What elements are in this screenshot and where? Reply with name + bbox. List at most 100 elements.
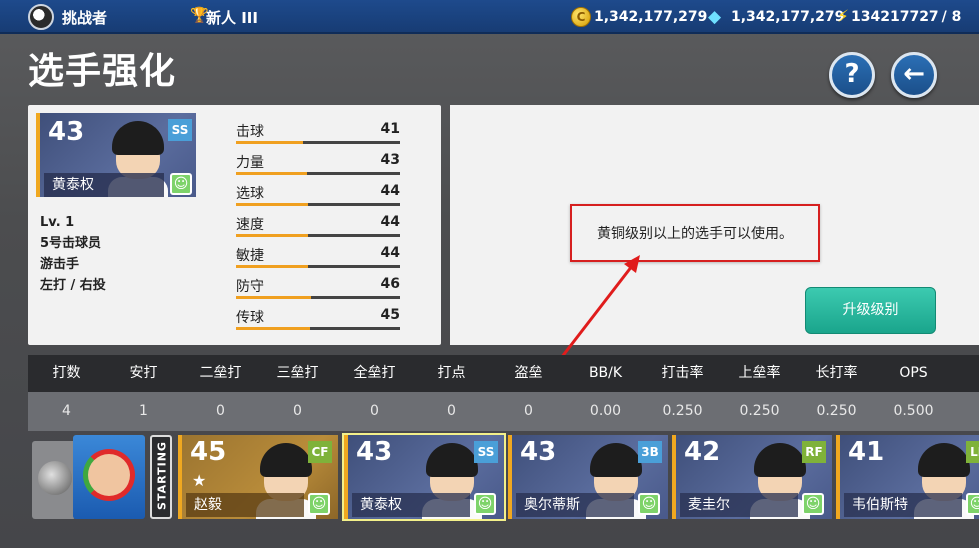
roster-name: 赵毅 (186, 493, 304, 517)
top-bar: 挑战者 🏆 新人 III C 1,342,177,279 ◆ 1,342,177… (0, 0, 979, 34)
player-name: 黄泰权 (44, 173, 164, 197)
stat-value: 44 (380, 214, 400, 230)
stat-bar (236, 203, 400, 206)
roster-card[interactable]: 43 SS 黄泰权 ☺ (342, 433, 506, 521)
stat-label: 速度 (236, 217, 264, 233)
stats-value-cell: 0 (447, 403, 456, 419)
position-badge: SS (168, 119, 192, 141)
stats-value-cell: 4 (62, 403, 71, 419)
stat-bar (236, 327, 400, 330)
roster-name: 黄泰权 (352, 493, 470, 517)
stat-value: 44 (380, 183, 400, 199)
stat-bar-fill (236, 265, 309, 268)
upgrade-level-button[interactable]: 升级级别 (805, 287, 936, 334)
stats-value-cell: 0 (216, 403, 225, 419)
page-title: 选手强化 (28, 51, 177, 92)
roster-position-badge: SS (474, 441, 498, 463)
roster-name: 奥尔蒂斯 (516, 493, 634, 517)
player-card[interactable]: 43 SS 黄泰权 ☺ (36, 113, 196, 197)
roster-card[interactable]: 41 LF 韦伯斯特☺ (836, 435, 979, 519)
team-name[interactable]: 挑战者 (62, 7, 107, 28)
roster-position-badge: 3B (638, 441, 662, 463)
gem-value: 1,342,177,279 (731, 9, 845, 25)
stats-header-cell: 三垒打 (276, 365, 319, 381)
stats-header-cell: 打数 (52, 365, 81, 381)
player-number: 43 (48, 117, 85, 147)
notice-text: 黄铜级别以上的选手可以使用。 (597, 226, 793, 242)
stat-row: 力量 43 (236, 150, 400, 181)
season-stats-table: 打数 安打 二垒打 三垒打 全垒打 打点 盗垒 BB/K 打击率 上垒率 长打率 OPS 4 1 0 0 0 0… (28, 355, 979, 431)
roster-number: 42 (684, 437, 721, 467)
upgrade-panel: 黄铜级别以上的选手可以使用。 升级级别 (450, 105, 979, 345)
stat-row: 击球 41 (236, 119, 400, 150)
stats-value-row: 4 1 0 0 0 0 0 0.00 0.250 0.250 0.250 0.500 (28, 392, 979, 431)
roster-name: 韦伯斯特 (844, 493, 962, 517)
coin-value: 1,342,177,279 (594, 9, 708, 25)
stat-bar-fill (236, 327, 310, 330)
stat-bar-fill (236, 234, 309, 237)
stat-row: 选球 44 (236, 181, 400, 212)
player-details: Lv. 1 5号击球员 游击手 左打 / 右投 (40, 212, 106, 296)
stat-value: 43 (380, 152, 400, 168)
stats-value-cell: 0.250 (662, 403, 703, 419)
bats-throws: 左打 / 右投 (40, 278, 106, 293)
roster-number: 41 (848, 437, 885, 467)
stat-bar (236, 296, 400, 299)
stat-bar-fill (236, 172, 307, 175)
stat-row: 防守 46 (236, 274, 400, 305)
smile-icon: ☺ (308, 493, 330, 515)
stat-value: 46 (380, 276, 400, 292)
stats-value-cell: 0 (524, 403, 533, 419)
empty-slot[interactable] (32, 441, 76, 519)
field-position: 游击手 (40, 257, 80, 272)
stats-header-cell: 安打 (129, 365, 158, 381)
stats-header-cell: 全垒打 (353, 365, 396, 381)
smile-icon: ☺ (474, 493, 496, 515)
player-level: Lv. 1 (40, 215, 75, 230)
stat-bar (236, 141, 400, 144)
player-info-panel: 43 SS 黄泰权 ☺ Lv. 1 5号击球员 游击手 左打 / 右投 击球 41… (28, 105, 441, 345)
stat-label: 防守 (236, 279, 264, 295)
smile-icon: ☺ (802, 493, 824, 515)
team-logo-icon[interactable] (28, 4, 54, 30)
stat-value: 41 (380, 121, 400, 137)
gem-icon: ◆ (708, 7, 722, 27)
coin-icon: C (571, 7, 591, 27)
roster-card[interactable]: 43 3B 奥尔蒂斯 ☺ (508, 435, 668, 519)
stat-label: 传球 (236, 310, 264, 326)
gem-counter[interactable]: ◆ 1,342,177,279 (708, 5, 844, 29)
energy-counter[interactable]: ⚡ 134217727 / 8 (837, 5, 961, 29)
stats-value-cell: 0 (370, 403, 379, 419)
stat-row: 传球 45 (236, 305, 400, 336)
ability-stats: 击球 41 力量 43 选球 44 速度 44 敏捷 44 防守 46 传球 45 (236, 119, 400, 336)
back-button[interactable]: ← (891, 52, 937, 98)
roster-number: 43 (356, 437, 393, 467)
stat-bar (236, 234, 400, 237)
stats-value-cell: 0.250 (739, 403, 780, 419)
stats-header-cell: 打点 (437, 365, 466, 381)
coin-counter[interactable]: C 1,342,177,279 (571, 5, 707, 29)
stats-header-cell: 长打率 (815, 365, 858, 381)
lineup-swap-button[interactable] (73, 435, 145, 519)
stats-value-cell: 0.00 (589, 403, 622, 419)
stats-header-cell: 打击率 (661, 365, 704, 381)
help-button[interactable]: ? (829, 52, 875, 98)
roster-number: 45 (190, 437, 227, 467)
stat-label: 击球 (236, 124, 264, 140)
energy-max: / 8 (941, 9, 962, 25)
rank-label[interactable]: 新人 III (206, 7, 258, 28)
stat-row: 速度 44 (236, 212, 400, 243)
stats-header-row: 打数 安打 二垒打 三垒打 全垒打 打点 盗垒 BB/K 打击率 上垒率 长打率 OPS (28, 355, 979, 392)
stats-value-cell: 1 (139, 403, 148, 419)
stats-header-cell: OPS (899, 365, 928, 381)
stat-value: 44 (380, 245, 400, 261)
batting-order: 5号击球员 (40, 236, 102, 251)
roster-position-badge: CF (308, 441, 332, 463)
smile-icon: ☺ (638, 493, 660, 515)
notice-box: 黄铜级别以上的选手可以使用。 (570, 204, 820, 262)
stat-bar (236, 172, 400, 175)
roster-card[interactable]: 42 RF 麦圭尔 ☺ (672, 435, 832, 519)
stats-value-cell: 0.250 (816, 403, 857, 419)
roster-card[interactable]: 45 CF ★ 赵毅 ☺ (178, 435, 338, 519)
stats-header-cell: 盗垒 (514, 365, 543, 381)
